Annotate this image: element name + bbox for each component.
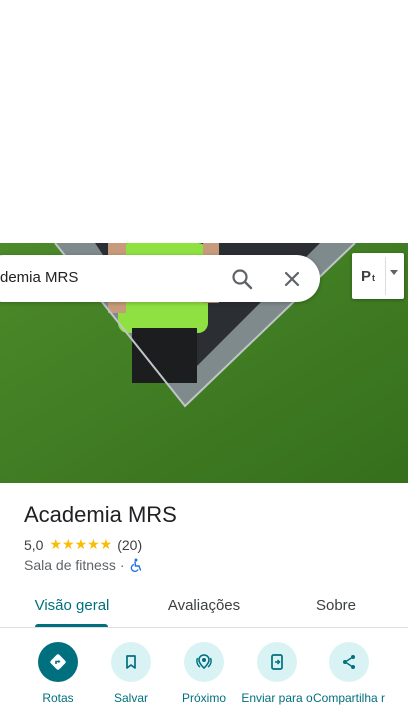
wheelchair-accessible-icon <box>130 558 141 572</box>
send-to-phone-label: Enviar para o <box>241 691 313 705</box>
share-label: Compartilha r <box>312 691 386 705</box>
action-bar: Rotas Salvar Próximo Enviar para o Compa… <box>0 640 408 726</box>
directions-button[interactable]: Rotas <box>20 640 96 705</box>
divider <box>385 257 386 295</box>
search-input[interactable]: demia MRS <box>0 269 78 286</box>
divider <box>0 627 408 628</box>
directions-button-circle[interactable] <box>38 642 78 682</box>
place-category: Sala de fitness <box>24 557 116 573</box>
send-to-phone-button-circle[interactable] <box>257 642 297 682</box>
directions-label: Rotas <box>42 691 74 705</box>
language-sublabel: t <box>372 273 375 283</box>
directions-icon <box>50 654 66 670</box>
save-button-circle[interactable] <box>111 642 151 682</box>
bookmark-icon <box>126 655 136 669</box>
save-button[interactable]: Salvar <box>93 640 169 705</box>
rating-value: 5,0 <box>24 536 44 553</box>
language-button[interactable]: Pt <box>352 253 384 299</box>
save-label: Salvar <box>113 691 148 705</box>
language-selector[interactable]: Pt <box>352 253 404 299</box>
tab-bar: Visão geral Avaliações Sobre <box>0 583 408 627</box>
share-button-circle[interactable] <box>329 642 369 682</box>
send-to-phone-icon <box>271 654 283 670</box>
category-row: Sala de fitness · <box>24 557 143 573</box>
share-button[interactable]: Compartilha r <box>311 640 387 705</box>
blank-area <box>0 0 408 243</box>
search-bar[interactable]: demia MRS <box>0 255 320 302</box>
tab-about[interactable]: Sobre <box>286 583 386 627</box>
place-title: Academia MRS <box>24 502 177 527</box>
nearby-button-circle[interactable] <box>184 642 224 682</box>
tab-overview[interactable]: Visão geral <box>22 583 122 627</box>
chevron-down-icon[interactable] <box>390 270 398 275</box>
close-icon[interactable] <box>278 265 306 293</box>
nearby-label: Próximo <box>181 691 226 705</box>
nearby-icon <box>196 654 212 670</box>
review-count[interactable]: (20) <box>117 537 142 553</box>
language-label: P <box>360 267 371 285</box>
separator-dot: · <box>119 557 125 573</box>
send-to-phone-button[interactable]: Enviar para o <box>239 640 315 705</box>
search-icon[interactable] <box>228 265 256 293</box>
share-icon <box>343 655 355 669</box>
nearby-button[interactable]: Próximo <box>166 640 242 705</box>
rating-row[interactable]: 5,0 ★★★★★ (20) <box>24 536 142 553</box>
star-rating-icon: ★★★★★ <box>49 536 113 552</box>
tab-reviews[interactable]: Avaliações <box>154 583 254 627</box>
